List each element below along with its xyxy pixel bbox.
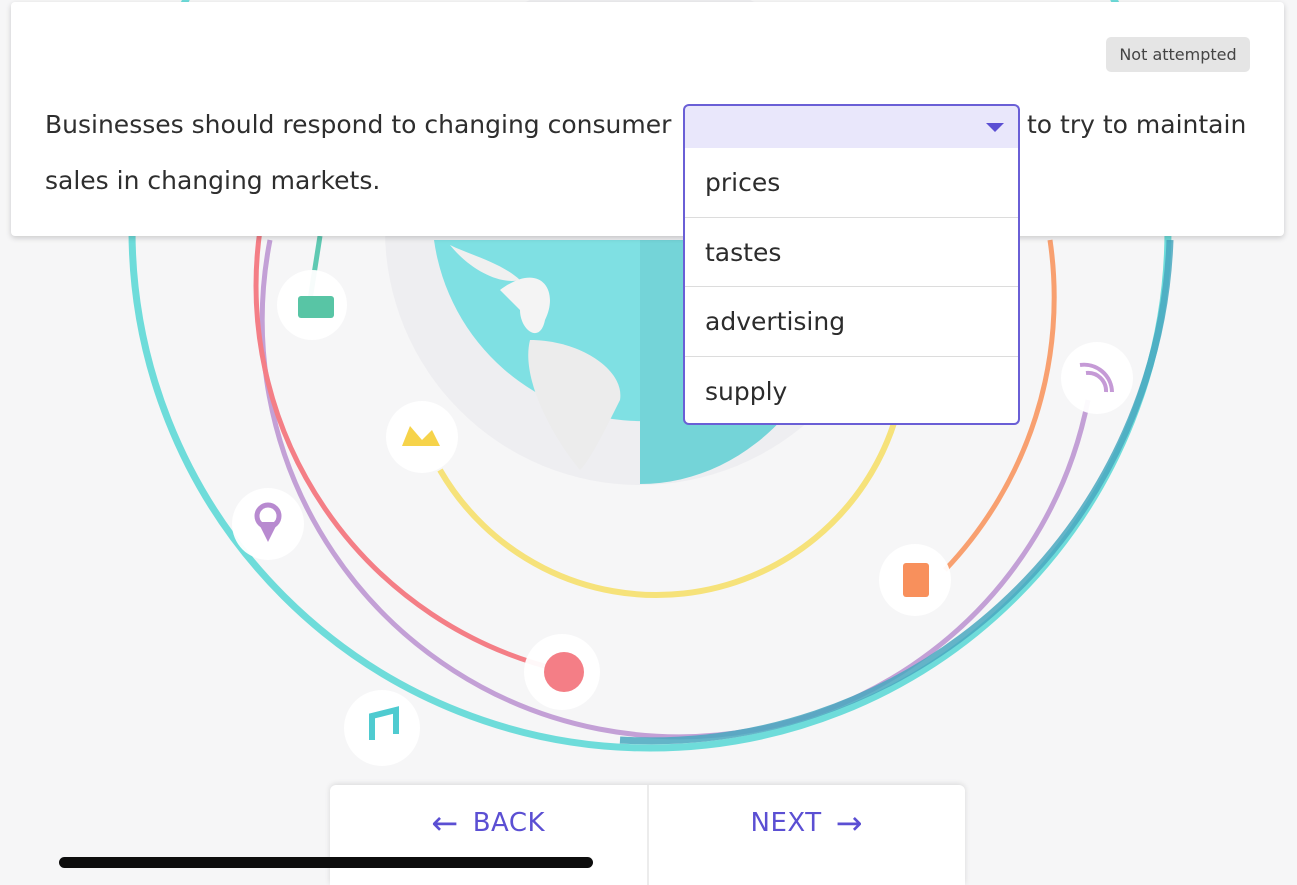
users-node (386, 401, 458, 473)
next-label: NEXT (750, 808, 822, 838)
option-advertising[interactable]: advertising (685, 287, 1018, 357)
back-button[interactable]: ← BACK (330, 785, 647, 885)
home-indicator (59, 857, 593, 868)
option-tastes[interactable]: tastes (685, 218, 1018, 287)
pie-node (524, 634, 600, 710)
question-text-part1: Businesses should respond to changing co… (45, 110, 672, 139)
navigation-bar: ← BACK NEXT → (330, 785, 965, 885)
status-badge: Not attempted (1106, 37, 1250, 72)
wifi-node (1061, 342, 1133, 414)
location-node (232, 488, 304, 560)
question-text-line2: sales in changing markets. (45, 166, 381, 195)
next-button[interactable]: NEXT → (646, 785, 966, 885)
dropdown-menu: prices tastes advertising supply (683, 148, 1020, 425)
question-text-part2: to try to maintain (1027, 110, 1247, 139)
music-node (344, 690, 420, 766)
answer-select[interactable] (683, 104, 1020, 148)
option-supply[interactable]: supply (685, 357, 1018, 427)
tablet-node (879, 544, 951, 616)
arrow-right-icon: → (835, 804, 863, 842)
option-prices[interactable]: prices (685, 148, 1018, 218)
question-card: Not attempted Businesses should respond … (11, 2, 1284, 236)
arrow-left-icon: ← (431, 804, 459, 842)
caret-down-icon[interactable] (986, 123, 1004, 132)
chat-node (277, 270, 347, 340)
back-label: BACK (472, 808, 546, 838)
